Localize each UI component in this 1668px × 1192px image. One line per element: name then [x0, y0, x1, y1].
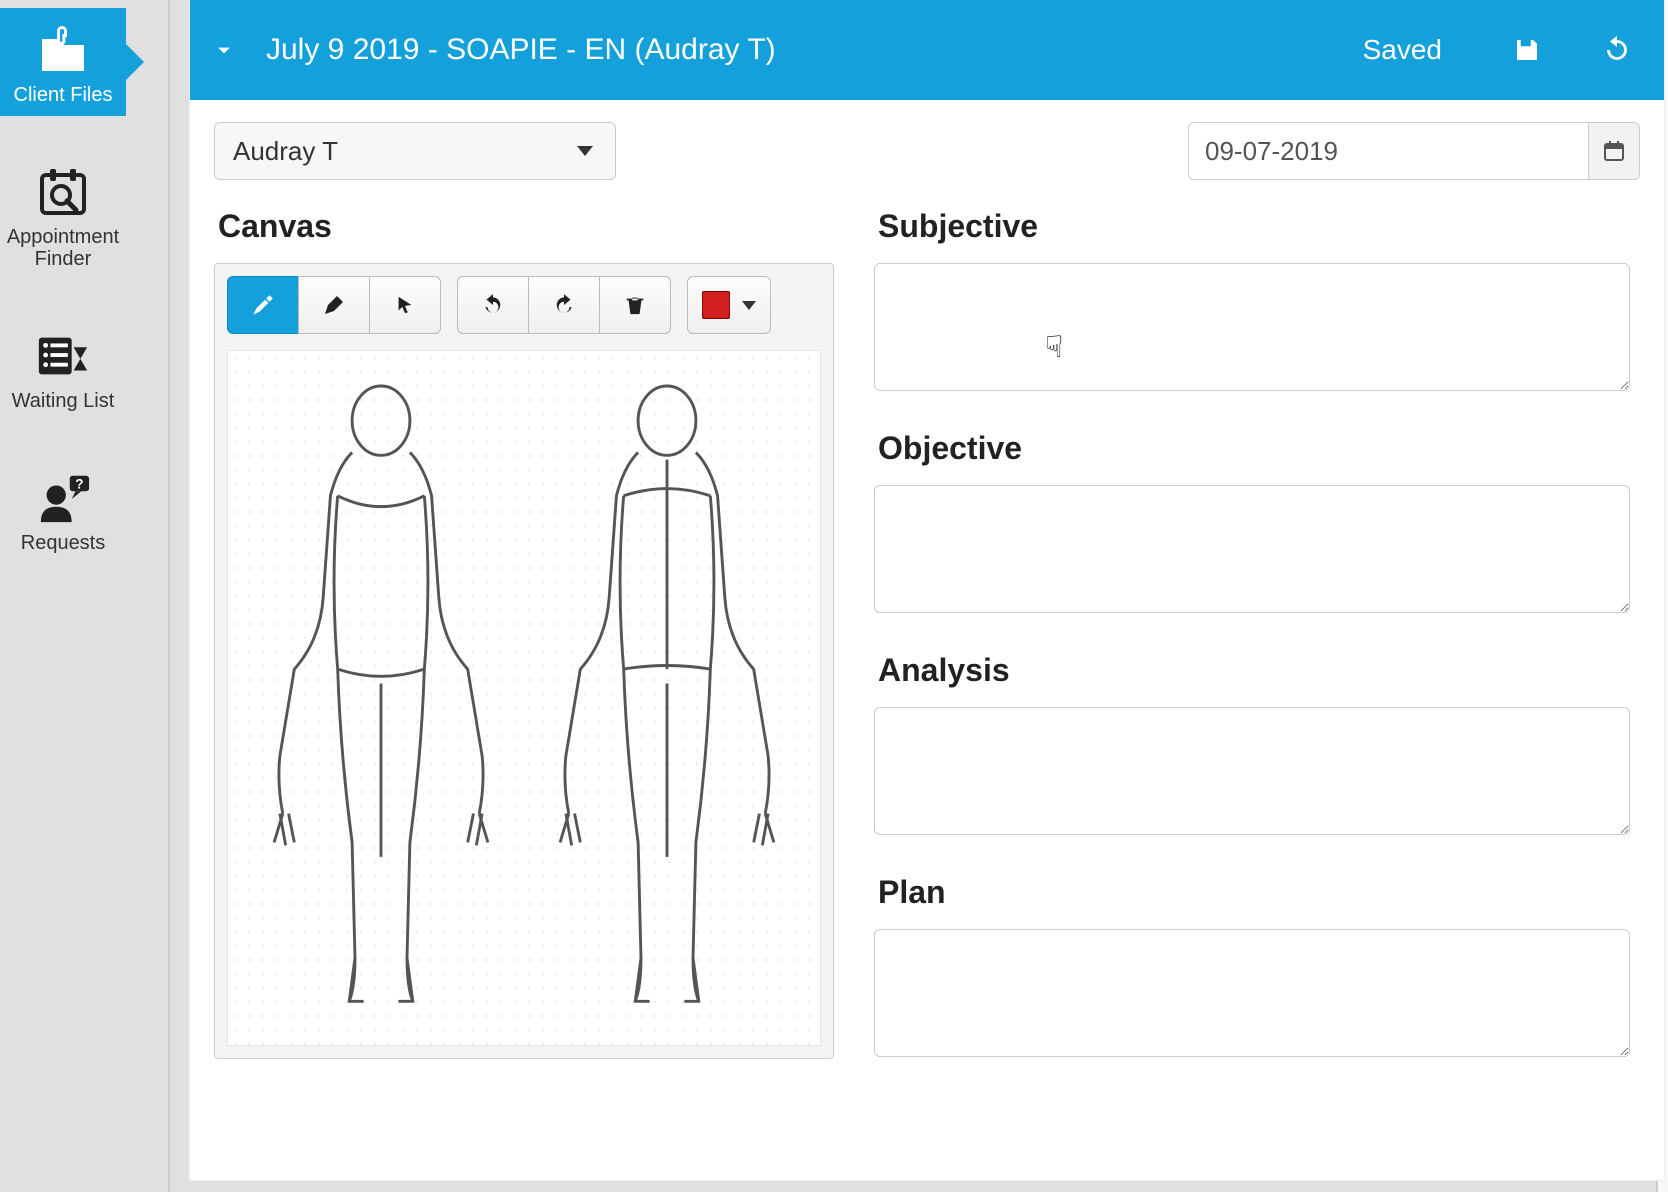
subjective-textarea[interactable] [874, 263, 1630, 391]
sidebar-item-requests[interactable]: ? Requests [0, 456, 126, 564]
objective-textarea[interactable] [874, 485, 1630, 613]
color-picker[interactable] [687, 276, 771, 334]
redo-button[interactable] [528, 276, 600, 334]
canvas-column: Canvas [214, 198, 834, 1096]
date-picker-button[interactable] [1588, 122, 1640, 180]
sidebar: Client Files Appointment Finder [0, 8, 126, 564]
person-question-icon: ? [35, 470, 91, 526]
sidebar-item-label: Appointment Finder [7, 226, 119, 270]
canvas-toolbar [227, 276, 821, 334]
note-title: Plan [878, 874, 1630, 911]
record-card: July 9 2019 - SOAPIE - EN (Audray T) Sav… [190, 0, 1664, 1180]
list-hourglass-icon [35, 328, 91, 384]
history-group [457, 276, 671, 334]
canvas-title: Canvas [218, 208, 834, 245]
revert-button[interactable] [1592, 25, 1642, 75]
note-title: Subjective [878, 208, 1630, 245]
pencil-tool[interactable] [298, 276, 370, 334]
sidebar-item-waiting-list[interactable]: Waiting List [0, 314, 126, 422]
patient-select-value: Audray T [233, 136, 338, 167]
analysis-textarea[interactable] [874, 707, 1630, 835]
save-status: Saved [1363, 34, 1442, 66]
chevron-down-icon [742, 301, 756, 310]
patient-select[interactable]: Audray T [214, 122, 616, 180]
app-frame: Client Files Appointment Finder [0, 0, 1668, 1192]
save-button[interactable] [1502, 25, 1552, 75]
body-front-icon [251, 378, 511, 1018]
sidebar-item-label: Client Files [14, 84, 113, 106]
card-header: July 9 2019 - SOAPIE - EN (Audray T) Sav… [190, 0, 1664, 100]
sidebar-item-appointment-finder[interactable]: Appointment Finder [0, 150, 126, 280]
divider [168, 0, 170, 1192]
note-block-objective: Objective [874, 430, 1630, 618]
note-title: Analysis [878, 652, 1630, 689]
date-group: 09-07-2019 [1188, 122, 1640, 180]
note-block-plan: Plan [874, 874, 1630, 1062]
clip-folder-icon [35, 22, 91, 78]
undo-button[interactable] [457, 276, 529, 334]
sidebar-item-client-files[interactable]: Client Files [0, 8, 126, 116]
note-block-subjective: Subjective [874, 208, 1630, 396]
chevron-down-icon [577, 146, 593, 156]
highlighter-tool[interactable] [227, 276, 299, 334]
date-value: 09-07-2019 [1205, 136, 1338, 167]
pointer-tool[interactable] [369, 276, 441, 334]
record-title: July 9 2019 - SOAPIE - EN (Audray T) [266, 33, 1341, 67]
note-title: Objective [878, 430, 1630, 467]
body-canvas[interactable] [227, 350, 821, 1046]
tool-group [227, 276, 441, 334]
plan-textarea[interactable] [874, 929, 1630, 1057]
sidebar-item-label: Waiting List [12, 390, 115, 412]
sidebar-item-label: Requests [21, 532, 106, 554]
date-input[interactable]: 09-07-2019 [1188, 122, 1588, 180]
delete-button[interactable] [599, 276, 671, 334]
svg-text:?: ? [75, 476, 83, 491]
canvas-panel [214, 263, 834, 1059]
body-back-icon [537, 378, 797, 1018]
color-swatch [702, 291, 730, 319]
controls-row: Audray T 09-07-2019 [190, 100, 1664, 180]
notes-column: Subjective Objective Analysis Plan [874, 198, 1640, 1096]
collapse-button[interactable] [204, 30, 244, 70]
calendar-search-icon [35, 164, 91, 220]
columns: Canvas [190, 180, 1664, 1096]
note-block-analysis: Analysis [874, 652, 1630, 840]
